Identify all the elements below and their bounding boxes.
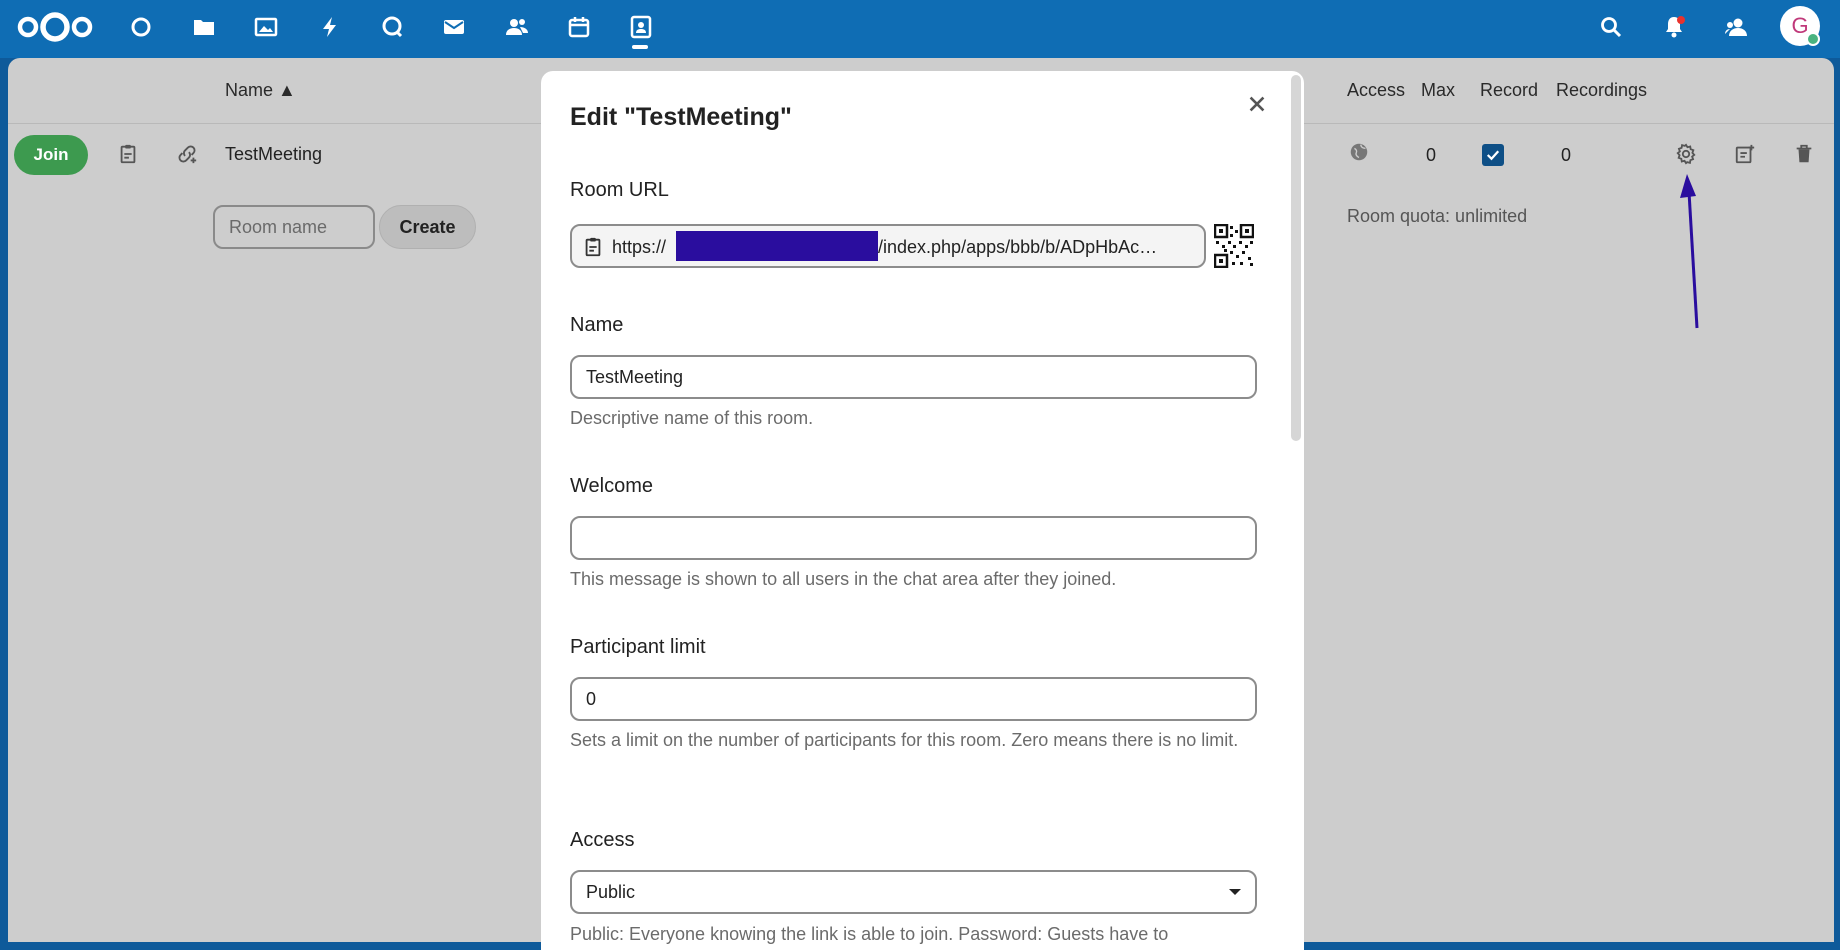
close-icon[interactable] [1244, 91, 1270, 117]
search-icon[interactable] [1596, 12, 1626, 42]
nextcloud-logo[interactable] [16, 10, 94, 44]
max-cell: 0 [1426, 145, 1437, 165]
access-select[interactable]: Public [570, 870, 1257, 914]
settings-gear-icon[interactable] [1673, 141, 1699, 167]
globe-icon [1346, 139, 1372, 165]
welcome-label: Welcome [570, 475, 653, 497]
annotation-arrow-icon [1680, 174, 1699, 329]
top-header: G [0, 0, 1840, 58]
qr-code-icon[interactable] [1214, 224, 1254, 268]
join-button[interactable]: Join [14, 135, 88, 175]
name-label: Name [570, 314, 624, 336]
column-name[interactable]: Name ▲ [225, 80, 296, 101]
talk-icon[interactable] [377, 12, 407, 42]
access-hint: Public: Everyone knowing the link is abl… [570, 924, 1169, 944]
room-url-path: /index.php/apps/bbb/b/ADpHbAc… [878, 237, 1158, 257]
activity-icon[interactable] [315, 12, 345, 42]
modal-scrollbar[interactable] [1291, 75, 1301, 441]
contacts-icon[interactable] [502, 12, 532, 42]
access-label: Access [570, 829, 635, 851]
column-record[interactable]: Record [1480, 80, 1538, 101]
modal-title: Edit "TestMeeting" [570, 103, 792, 131]
name-hint: Descriptive name of this room. [570, 408, 814, 428]
notification-badge [1677, 16, 1685, 24]
access-selected-value: Public [586, 881, 636, 902]
welcome-hint: This message is shown to all users in th… [570, 569, 1117, 589]
dashboard-icon[interactable] [126, 12, 156, 42]
bbb-icon[interactable] [626, 12, 656, 42]
column-access[interactable]: Access [1347, 80, 1405, 101]
participant-limit-input[interactable]: 0 [570, 677, 1257, 721]
column-max[interactable]: Max [1421, 80, 1455, 101]
add-note-icon[interactable] [1732, 141, 1758, 167]
record-checkbox[interactable] [1482, 144, 1504, 166]
participant-limit-hint: Sets a limit on the number of participan… [570, 730, 1239, 750]
notifications-icon[interactable] [1659, 12, 1689, 42]
room-url-prefix: https:// [612, 237, 667, 257]
clipboard-copy-icon[interactable] [582, 236, 604, 258]
room-name-input[interactable] [213, 205, 375, 249]
room-name-cell[interactable]: TestMeeting [225, 144, 322, 165]
room-quota-text: Room quota: unlimited [1347, 206, 1528, 226]
create-button[interactable]: Create [379, 205, 476, 249]
clipboard-copy-icon[interactable] [115, 141, 141, 167]
recordings-cell[interactable]: 0 [1561, 145, 1571, 166]
files-icon[interactable] [189, 12, 219, 42]
name-input[interactable]: TestMeeting [570, 355, 1257, 399]
contacts-menu-icon[interactable] [1721, 12, 1751, 42]
active-app-indicator [632, 45, 648, 49]
column-recordings[interactable]: Recordings [1556, 80, 1647, 101]
calendar-icon[interactable] [564, 12, 594, 42]
mail-icon[interactable] [439, 12, 469, 42]
user-status-icon [1806, 32, 1820, 46]
chevron-down-icon [1229, 889, 1241, 895]
room-url-label: Room URL [570, 179, 669, 201]
redacted-host [676, 231, 878, 261]
edit-room-modal: Edit "TestMeeting" Room URL https:// /in… [541, 71, 1304, 950]
participant-limit-label: Participant limit [570, 636, 706, 658]
delete-trash-icon[interactable] [1791, 141, 1817, 167]
welcome-input[interactable] [570, 516, 1257, 560]
room-url-field[interactable]: https:// /index.php/apps/bbb/b/ADpHbAc… [570, 224, 1206, 268]
share-link-icon[interactable] [174, 141, 200, 167]
photos-icon[interactable] [251, 12, 281, 42]
